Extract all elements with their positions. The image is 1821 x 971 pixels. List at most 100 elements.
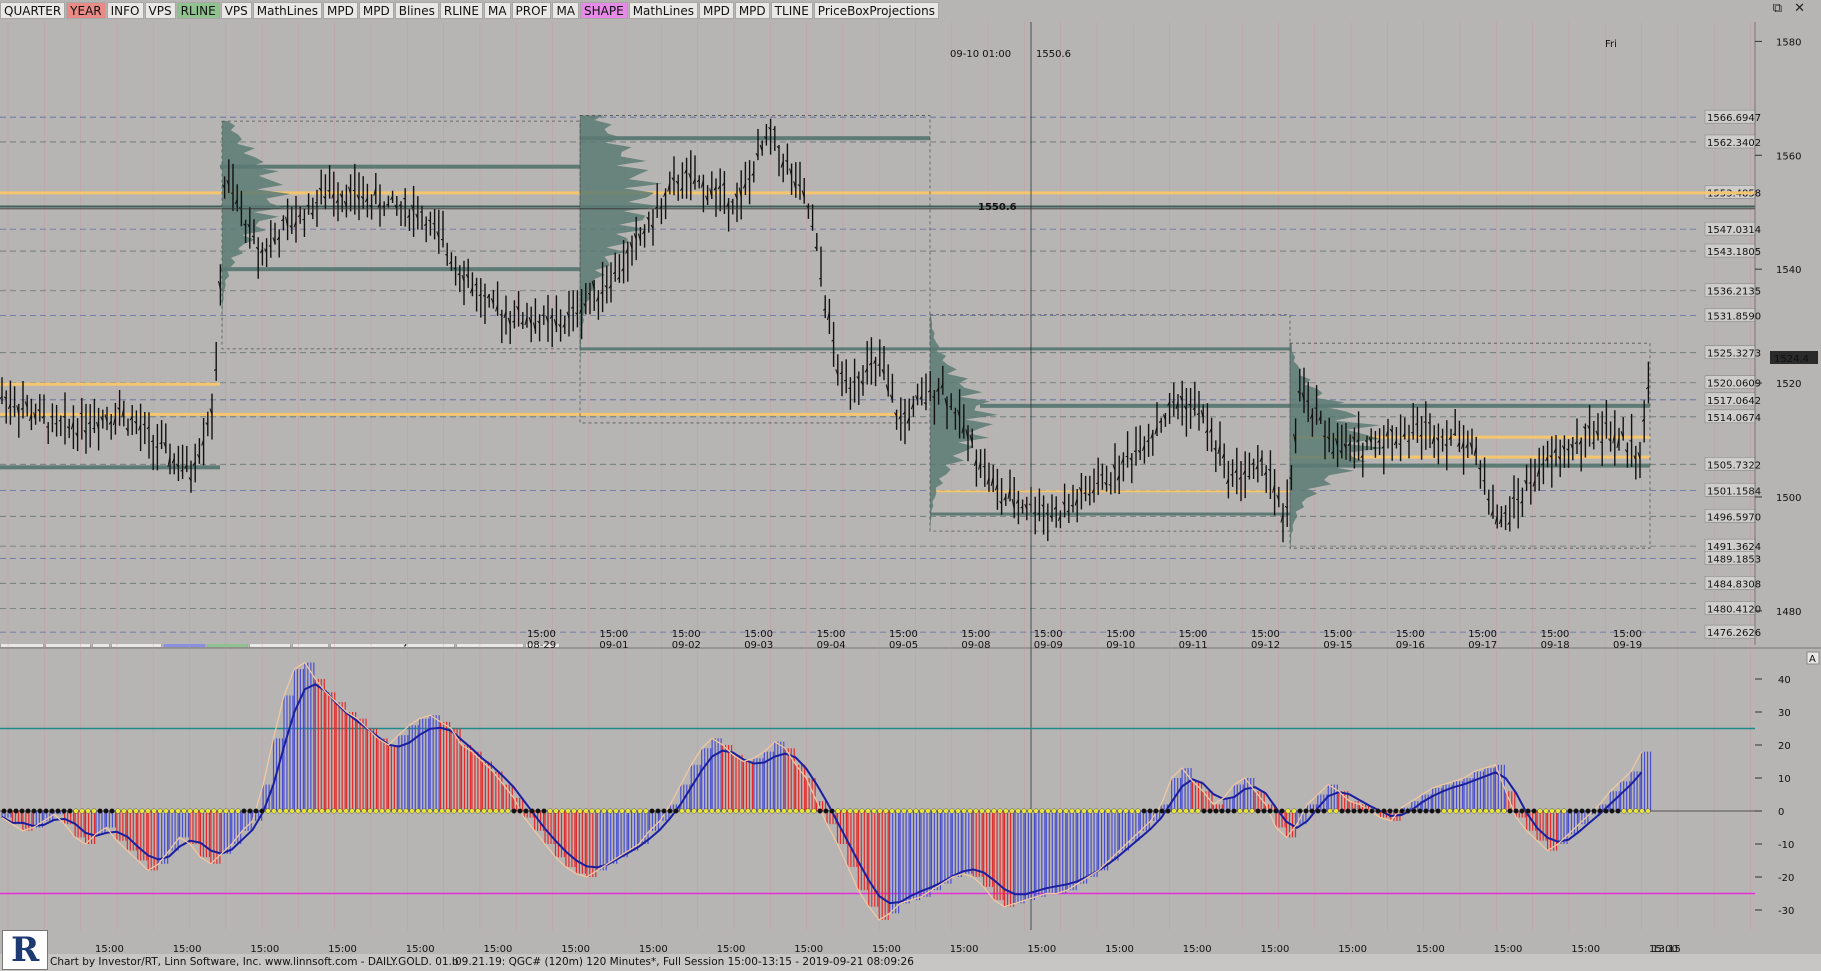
squeeze-dot xyxy=(1069,808,1075,814)
squeeze-dot xyxy=(133,808,139,814)
squeeze-dot xyxy=(529,808,535,814)
price-level-label: 1489.1853 xyxy=(1707,555,1761,566)
squeeze-dot xyxy=(1573,808,1579,814)
squeeze-dot xyxy=(1393,808,1399,814)
squeeze-dot xyxy=(1327,808,1333,814)
squeeze-dot xyxy=(1615,808,1621,814)
squeeze-dot xyxy=(1129,808,1135,814)
squeeze-dot xyxy=(643,808,649,814)
squeeze-dot xyxy=(775,808,781,814)
squeeze-dot xyxy=(511,808,517,814)
squeeze-dot xyxy=(1237,808,1243,814)
squeeze-dot xyxy=(1003,808,1009,814)
squeeze-dot xyxy=(943,808,949,814)
squeeze-dot xyxy=(295,808,301,814)
level-band xyxy=(930,490,1290,493)
squeeze-dot xyxy=(967,808,973,814)
squeeze-dot xyxy=(259,808,265,814)
level-band xyxy=(580,136,930,141)
squeeze-dot xyxy=(1195,808,1201,814)
squeeze-dot xyxy=(1189,808,1195,814)
price-bar-tick xyxy=(432,223,435,225)
squeeze-dot xyxy=(991,808,997,814)
level-band xyxy=(220,267,580,272)
squeeze-dot xyxy=(655,808,661,814)
squeeze-dot xyxy=(937,808,943,814)
lower-time-label: 15:00 xyxy=(561,944,590,954)
lower-time-label: 15:00 xyxy=(1183,944,1212,954)
squeeze-dot xyxy=(229,808,235,814)
squeeze-dot xyxy=(481,808,487,814)
squeeze-dot xyxy=(1639,808,1645,814)
squeeze-dot xyxy=(901,808,907,814)
price-level-label: 1514.0674 xyxy=(1707,413,1761,424)
date-label: 09-11 xyxy=(1179,640,1208,651)
lower-time-label: 15:00 xyxy=(794,944,823,954)
lower-time-label: 15:00 xyxy=(1494,944,1523,954)
squeeze-dot xyxy=(235,808,241,814)
osc-tick-label: 10 xyxy=(1778,774,1791,785)
time-label: 15:00 xyxy=(889,629,918,640)
squeeze-dot xyxy=(169,808,175,814)
squeeze-dot xyxy=(829,808,835,814)
linn-logo-icon: R xyxy=(2,930,48,970)
date-label: 09-10 xyxy=(1106,640,1135,651)
squeeze-dot xyxy=(757,808,763,814)
squeeze-dot xyxy=(1081,808,1087,814)
lower-time-label: 15:00 xyxy=(173,944,202,954)
squeeze-dot xyxy=(955,808,961,814)
squeeze-dot xyxy=(241,808,247,814)
squeeze-dot xyxy=(1609,808,1615,814)
squeeze-dot xyxy=(1177,808,1183,814)
squeeze-dot xyxy=(457,808,463,814)
lower-time-label: 13:15 xyxy=(1652,944,1681,954)
squeeze-dot xyxy=(1291,808,1297,814)
squeeze-dot xyxy=(1543,808,1549,814)
squeeze-dot xyxy=(973,808,979,814)
squeeze-dot xyxy=(1261,808,1267,814)
squeeze-dot xyxy=(397,808,403,814)
squeeze-dot xyxy=(1255,808,1261,814)
squeeze-dot xyxy=(1093,808,1099,814)
squeeze-dot xyxy=(451,808,457,814)
squeeze-dot xyxy=(1105,808,1111,814)
squeeze-dot xyxy=(1549,808,1555,814)
squeeze-dot xyxy=(1099,808,1105,814)
time-label: 15:00 xyxy=(599,629,628,640)
squeeze-dot xyxy=(127,808,133,814)
squeeze-dot xyxy=(31,808,37,814)
squeeze-dot xyxy=(727,808,733,814)
squeeze-dot xyxy=(709,808,715,814)
price-bar-tick xyxy=(306,204,309,207)
squeeze-dot xyxy=(1645,808,1651,814)
squeeze-dot xyxy=(409,808,415,814)
squeeze-dot xyxy=(1117,808,1123,814)
squeeze-dot xyxy=(541,808,547,814)
squeeze-dot xyxy=(637,808,643,814)
squeeze-dot xyxy=(1495,808,1501,814)
squeeze-dot xyxy=(979,808,985,814)
date-label: 09-16 xyxy=(1396,640,1425,651)
squeeze-dot xyxy=(1279,808,1285,814)
squeeze-dot xyxy=(811,808,817,814)
squeeze-dot xyxy=(217,808,223,814)
time-label: 15:00 xyxy=(1396,629,1425,640)
squeeze-dot xyxy=(505,808,511,814)
squeeze-dot xyxy=(25,808,31,814)
lower-time-label: 15:00 xyxy=(1261,944,1290,954)
squeeze-dot xyxy=(475,808,481,814)
time-label: 15:00 xyxy=(1541,629,1570,640)
squeeze-dot xyxy=(535,808,541,814)
price-panel-bg xyxy=(0,22,1755,644)
lower-time-label: 15:00 xyxy=(639,944,668,954)
squeeze-dot xyxy=(307,808,313,814)
squeeze-dot xyxy=(661,808,667,814)
price-chart[interactable]: 1566.69471562.34021553.48581547.03141543… xyxy=(0,0,1821,954)
time-label: 15:00 xyxy=(817,629,846,640)
squeeze-dot xyxy=(631,808,637,814)
osc-tick-label: 0 xyxy=(1778,807,1784,818)
price-level-label: 1525.3273 xyxy=(1707,349,1761,360)
squeeze-dot xyxy=(1111,808,1117,814)
squeeze-dot xyxy=(1141,808,1147,814)
price-level-label: 1480.4120 xyxy=(1707,604,1761,615)
